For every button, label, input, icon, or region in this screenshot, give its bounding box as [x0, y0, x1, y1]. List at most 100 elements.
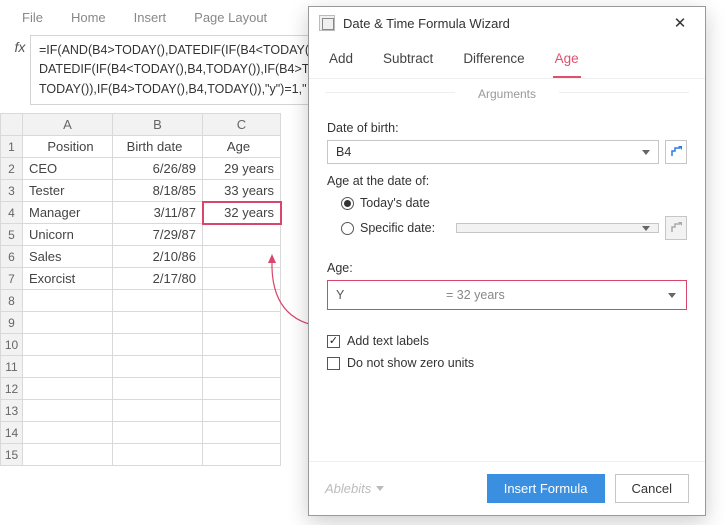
- cell[interactable]: 8/18/85: [113, 180, 203, 202]
- row-header[interactable]: 4: [1, 202, 23, 224]
- ribbon-tab-home[interactable]: Home: [71, 10, 106, 25]
- cell[interactable]: Tester: [23, 180, 113, 202]
- cell[interactable]: 29 years: [203, 158, 281, 180]
- cell[interactable]: 6/26/89: [113, 158, 203, 180]
- cell[interactable]: Sales: [23, 246, 113, 268]
- cell[interactable]: [23, 356, 113, 378]
- radio-today-label: Today's date: [360, 196, 430, 210]
- cell[interactable]: 33 years: [203, 180, 281, 202]
- checkbox-add-labels[interactable]: [327, 335, 340, 348]
- cell[interactable]: [113, 290, 203, 312]
- age-unit-select[interactable]: Y = 32 years: [327, 280, 687, 310]
- wizard-title-text: Date & Time Formula Wizard: [343, 16, 510, 31]
- cell[interactable]: [23, 290, 113, 312]
- row-header[interactable]: 13: [1, 400, 23, 422]
- cell[interactable]: [203, 290, 281, 312]
- col-header-B[interactable]: B: [113, 114, 203, 136]
- cell[interactable]: Age: [203, 136, 281, 158]
- age-result-preview: = 32 years: [446, 288, 505, 302]
- dob-label: Date of birth:: [327, 121, 687, 135]
- cell[interactable]: [113, 334, 203, 356]
- wizard-tabs: Add Subtract Difference Age: [309, 39, 705, 79]
- cell[interactable]: Manager: [23, 202, 113, 224]
- cell[interactable]: 2/17/80: [113, 268, 203, 290]
- checkbox-hide-zero[interactable]: [327, 357, 340, 370]
- cell[interactable]: [203, 356, 281, 378]
- cell[interactable]: 3/11/87: [113, 202, 203, 224]
- cell[interactable]: [23, 378, 113, 400]
- row-header[interactable]: 8: [1, 290, 23, 312]
- cell-selected[interactable]: 32 years: [203, 202, 281, 224]
- ribbon-tab-insert[interactable]: Insert: [134, 10, 167, 25]
- row-header[interactable]: 15: [1, 444, 23, 466]
- range-picker-button[interactable]: [665, 140, 687, 164]
- tab-add[interactable]: Add: [327, 45, 355, 78]
- cell[interactable]: [113, 400, 203, 422]
- cell[interactable]: [23, 400, 113, 422]
- cell[interactable]: [203, 422, 281, 444]
- row-header[interactable]: 1: [1, 136, 23, 158]
- cell[interactable]: [113, 356, 203, 378]
- wizard-footer: Ablebits Insert Formula Cancel: [309, 461, 705, 515]
- brand-menu[interactable]: Ablebits: [325, 481, 384, 496]
- row-header[interactable]: 3: [1, 180, 23, 202]
- cell[interactable]: [113, 312, 203, 334]
- row-header[interactable]: 2: [1, 158, 23, 180]
- col-header-C[interactable]: C: [203, 114, 281, 136]
- cell[interactable]: [203, 378, 281, 400]
- row-header[interactable]: 9: [1, 312, 23, 334]
- row-header[interactable]: 7: [1, 268, 23, 290]
- cell[interactable]: CEO: [23, 158, 113, 180]
- ribbon-tab-file[interactable]: File: [22, 10, 43, 25]
- tab-age[interactable]: Age: [553, 45, 581, 78]
- cell[interactable]: [203, 224, 281, 246]
- row-header[interactable]: 5: [1, 224, 23, 246]
- close-icon[interactable]: ✕: [665, 14, 695, 32]
- cell[interactable]: Position: [23, 136, 113, 158]
- cell[interactable]: Exorcist: [23, 268, 113, 290]
- age-at-label: Age at the date of:: [327, 174, 687, 188]
- cell[interactable]: [203, 400, 281, 422]
- fx-icon[interactable]: fx: [10, 35, 30, 55]
- wizard-icon: [319, 15, 335, 31]
- tab-difference[interactable]: Difference: [461, 45, 526, 78]
- cell[interactable]: 7/29/87: [113, 224, 203, 246]
- cell[interactable]: [113, 422, 203, 444]
- cell[interactable]: [203, 444, 281, 466]
- range-picker-button-disabled: [665, 216, 687, 240]
- cell[interactable]: [113, 378, 203, 400]
- cell[interactable]: [203, 246, 281, 268]
- ribbon-tab-layout[interactable]: Page Layout: [194, 10, 267, 25]
- row-header[interactable]: 12: [1, 378, 23, 400]
- age-unit-value: Y: [336, 288, 446, 302]
- cell[interactable]: [23, 312, 113, 334]
- radio-today[interactable]: [341, 197, 354, 210]
- checkbox-hide-zero-label: Do not show zero units: [347, 356, 474, 370]
- cell[interactable]: [203, 334, 281, 356]
- cell[interactable]: [23, 334, 113, 356]
- checkbox-add-labels-label: Add text labels: [347, 334, 429, 348]
- cell[interactable]: 2/10/86: [113, 246, 203, 268]
- row-header[interactable]: 11: [1, 356, 23, 378]
- cell[interactable]: [113, 444, 203, 466]
- cell[interactable]: [23, 422, 113, 444]
- row-header[interactable]: 10: [1, 334, 23, 356]
- cell[interactable]: [203, 312, 281, 334]
- insert-formula-button[interactable]: Insert Formula: [487, 474, 605, 503]
- row-header[interactable]: 14: [1, 422, 23, 444]
- arguments-heading: Arguments: [309, 79, 705, 105]
- select-all-corner[interactable]: [1, 114, 23, 136]
- dob-input[interactable]: B4: [327, 140, 659, 164]
- cell[interactable]: [23, 444, 113, 466]
- cell[interactable]: Birth date: [113, 136, 203, 158]
- col-header-A[interactable]: A: [23, 114, 113, 136]
- radio-specific-label: Specific date:: [360, 221, 450, 235]
- cell[interactable]: [203, 268, 281, 290]
- cancel-button[interactable]: Cancel: [615, 474, 689, 503]
- tab-subtract[interactable]: Subtract: [381, 45, 435, 78]
- wizard-dialog: Date & Time Formula Wizard ✕ Add Subtrac…: [308, 6, 706, 516]
- row-header[interactable]: 6: [1, 246, 23, 268]
- cell[interactable]: Unicorn: [23, 224, 113, 246]
- radio-specific[interactable]: [341, 222, 354, 235]
- specific-date-input: [456, 223, 659, 233]
